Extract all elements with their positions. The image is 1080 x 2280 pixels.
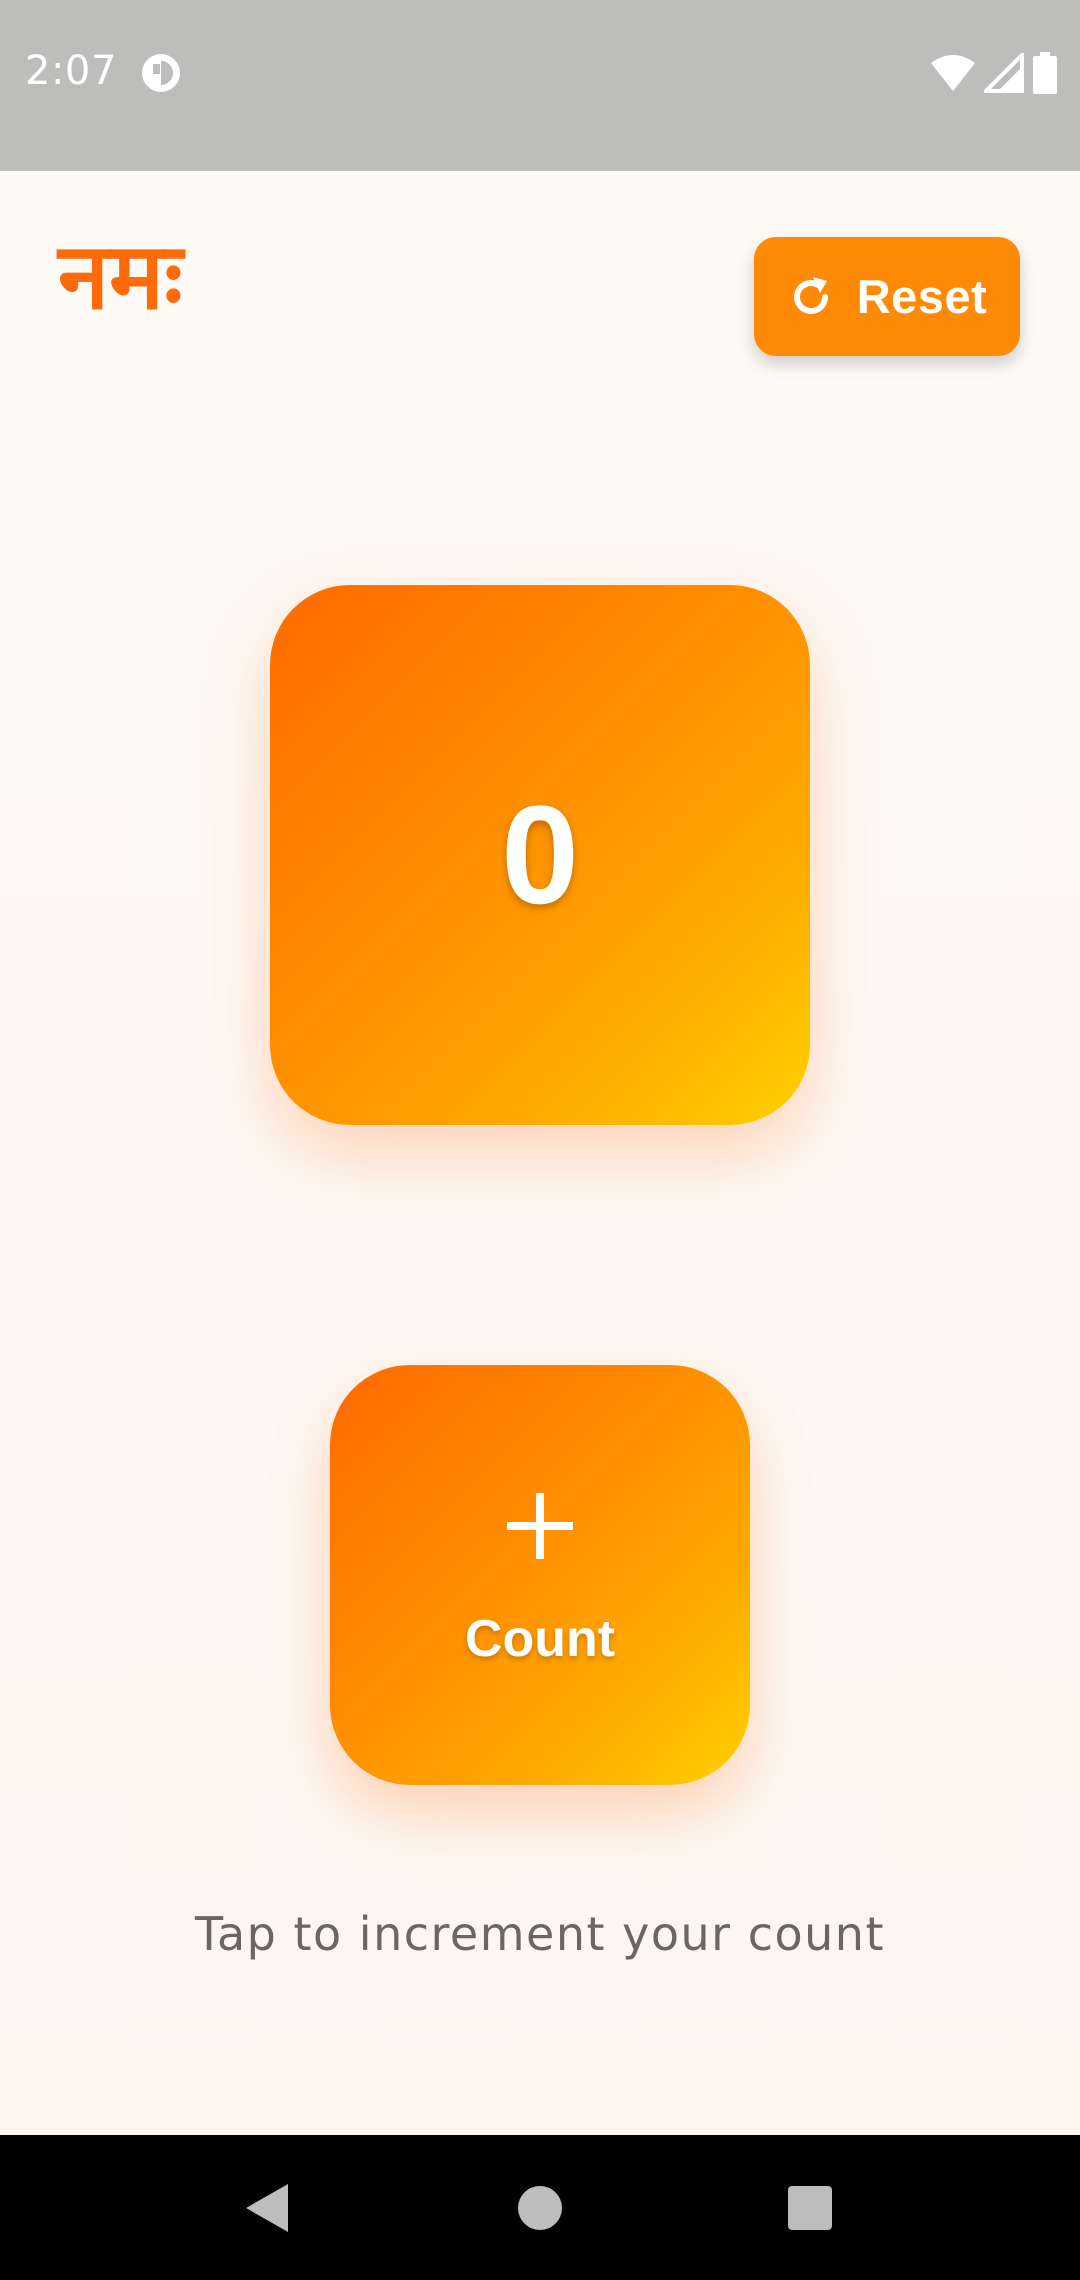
recents-icon[interactable] xyxy=(788,2185,832,2230)
hint-text: Tap to increment your count xyxy=(195,1907,885,1961)
status-icons xyxy=(930,52,1058,94)
battery-icon xyxy=(1033,52,1057,94)
plus-icon xyxy=(507,1493,573,1559)
app-screen: नमः Reset 0 Count Tap to increment your … xyxy=(0,171,1080,2135)
status-bar: 2:07 xyxy=(0,0,1080,171)
status-time: 2:07 xyxy=(25,48,117,94)
refresh-icon xyxy=(793,276,828,314)
count-button[interactable]: Count xyxy=(330,1365,750,1785)
reset-button[interactable]: Reset xyxy=(754,237,1020,356)
home-icon[interactable] xyxy=(518,2185,562,2230)
reset-label: Reset xyxy=(856,270,988,323)
app-logo: नमः xyxy=(58,223,183,330)
back-icon[interactable] xyxy=(244,2182,290,2234)
count-label: Count xyxy=(464,1610,616,1668)
counter-display: 0 xyxy=(270,585,810,1125)
wifi-icon xyxy=(931,55,975,91)
navigation-bar xyxy=(0,2135,1080,2280)
counter-value: 0 xyxy=(501,776,579,933)
cell-signal-icon xyxy=(984,53,1024,93)
notification-icon xyxy=(142,54,180,92)
